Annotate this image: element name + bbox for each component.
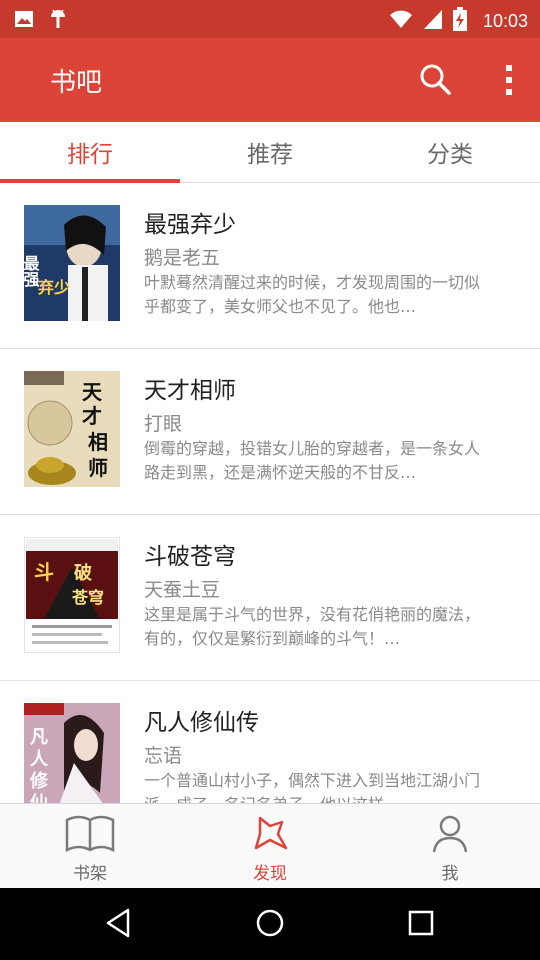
search-icon[interactable] <box>418 62 454 102</box>
bottom-nav: 书架 发现 我 <box>0 803 540 889</box>
recents-icon[interactable] <box>406 908 436 942</box>
svg-text:人: 人 <box>30 749 49 770</box>
book-title: 天才相师 <box>144 378 236 404</box>
svg-text:弃少: 弃少 <box>38 278 70 297</box>
book-author: 打眼 <box>144 413 183 435</box>
status-bar: 10:03 <box>0 0 540 38</box>
nav-me-label: 我 <box>441 864 459 884</box>
book-list: 最强 弃少 最强弃少 鹅是老五 叶默蓦然清醒过来的时候，才发现周围的一切似乎都变… <box>0 183 540 803</box>
book-item[interactable]: 斗 破 苍穹 斗破苍穹 天蚕土豆 这里是属于斗气的世界，没有花俏艳丽的魔法，有的… <box>0 515 540 681</box>
svg-text:斗: 斗 <box>34 560 54 584</box>
book-cover[interactable]: 天 才 相 师 <box>24 371 120 487</box>
svg-text:天: 天 <box>82 380 103 404</box>
book-author: 忘语 <box>144 745 183 767</box>
back-icon[interactable] <box>104 908 134 942</box>
wifi-icon <box>389 8 413 34</box>
tab-bar: 排行 推荐 分类 <box>0 122 540 183</box>
star-icon <box>180 814 360 854</box>
book-author: 天蚕土豆 <box>144 579 221 601</box>
svg-text:破: 破 <box>74 562 92 584</box>
book-title: 最强弃少 <box>144 212 236 238</box>
book-cover[interactable]: 凡 人 修 仙 <box>24 703 120 803</box>
book-cover[interactable]: 最强 弃少 <box>24 205 120 321</box>
status-time: 10:03 <box>482 10 528 31</box>
battery-charging-icon <box>452 7 467 35</box>
tab-category[interactable]: 分类 <box>360 122 540 182</box>
signal-icon <box>423 8 443 34</box>
book-description: 叶默蓦然清醒过来的时候，才发现周围的一切似乎都变了，美女师父也不见了。他也… <box>144 273 481 316</box>
book-author: 鹅是老五 <box>144 247 221 269</box>
app-title: 书吧 <box>50 68 103 98</box>
svg-text:修: 修 <box>29 770 49 792</box>
book-description: 这里是属于斗气的世界，没有花俏艳丽的魔法，有的，仅仅是繁衍到巅峰的斗气！… <box>144 605 481 648</box>
image-icon <box>14 9 34 33</box>
nav-discover[interactable]: 发现 <box>180 804 360 889</box>
svg-text:才: 才 <box>82 404 102 428</box>
nav-bookshelf[interactable]: 书架 <box>0 804 180 889</box>
nav-me[interactable]: 我 <box>360 804 540 889</box>
book-item[interactable]: 凡 人 修 仙 凡人修仙传 忘语 一个普通山村小子，偶然下进入到当地江湖小门派，… <box>0 681 540 803</box>
svg-text:苍穹: 苍穹 <box>71 588 104 607</box>
more-vert-icon[interactable] <box>504 62 514 102</box>
nav-bookshelf-label: 书架 <box>73 864 107 884</box>
book-description: 一个普通山村小子，偶然下进入到当地江湖小门派，成了一名记名弟子。他以这样… <box>144 771 481 803</box>
system-nav-bar <box>0 888 540 960</box>
book-cover[interactable]: 斗 破 苍穹 <box>24 537 120 653</box>
book-description: 倒霉的穿越，投错女儿胎的穿越者，是一条女人路走到黑，还是满怀逆天般的不甘反… <box>144 439 481 482</box>
home-icon[interactable] <box>255 908 285 942</box>
book-item[interactable]: 最强 弃少 最强弃少 鹅是老五 叶默蓦然清醒过来的时候，才发现周围的一切似乎都变… <box>0 183 540 349</box>
book-title: 凡人修仙传 <box>144 710 259 736</box>
nav-discover-label: 发现 <box>253 864 287 884</box>
svg-text:师: 师 <box>88 456 108 480</box>
tab-ranking[interactable]: 排行 <box>0 122 180 182</box>
book-title: 斗破苍穹 <box>144 544 236 570</box>
book-item[interactable]: 天 才 相 师 天才相师 打眼 倒霉的穿越，投错女儿胎的穿越者，是一条女人路走到… <box>0 349 540 515</box>
book-icon <box>0 814 180 854</box>
svg-text:仙: 仙 <box>30 792 48 803</box>
person-icon <box>360 814 540 854</box>
svg-text:相: 相 <box>88 430 108 454</box>
app-bar: 书吧 <box>0 38 540 122</box>
android-icon <box>48 8 68 34</box>
svg-text:凡: 凡 <box>30 727 48 748</box>
tab-recommend[interactable]: 推荐 <box>180 122 360 182</box>
